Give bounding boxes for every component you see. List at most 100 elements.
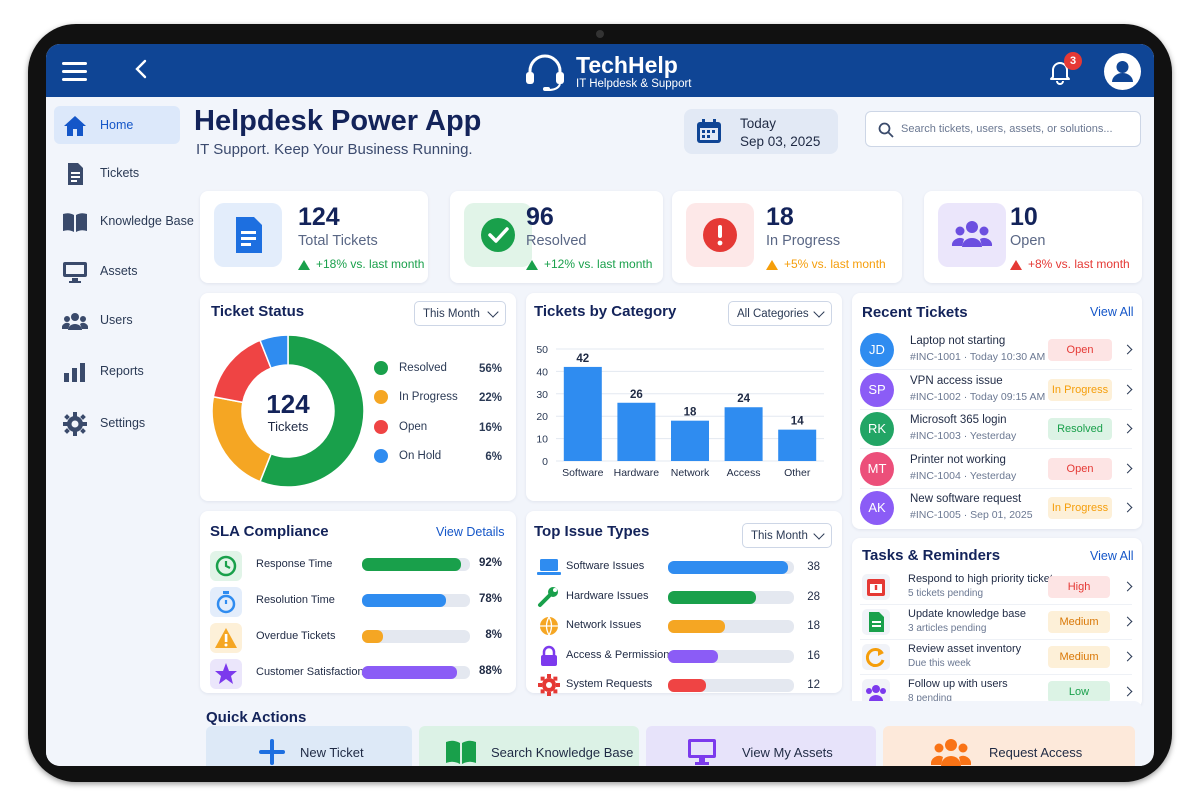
menu-icon[interactable] [62,62,87,81]
recent-ticket-row[interactable]: RK Microsoft 365 login #INC-1003 · Yesterd… [860,410,1140,449]
bar-value-label: 42 [576,353,589,365]
search-icon [878,122,894,138]
recent-view-all-link[interactable]: View All [1090,305,1134,319]
issue-period-dropdown[interactable]: This Month [742,523,832,548]
ticket-meta: #INC-1002 · Today 09:15 AM [910,390,1046,403]
sidebar-item-settings[interactable]: Settings [54,404,180,442]
book-icon [63,213,87,232]
sidebar-item-tickets[interactable]: Tickets [54,154,180,192]
check-circle-icon [481,218,515,252]
issue-count: 16 [807,649,820,662]
recent-ticket-row[interactable]: SP VPN access issue #INC-1002 · Today 09:1… [860,371,1140,410]
sla-progress-track [362,666,470,679]
ticket-meta: #INC-1004 · Yesterday [910,469,1017,482]
sla-value: 78% [478,593,502,605]
new-ticket-button[interactable]: New Ticket [206,726,412,766]
chevron-down-icon [813,528,825,540]
date-display[interactable]: Today Sep 03, 2025 [684,109,838,154]
ticket-status-period-dropdown[interactable]: This Month [414,301,506,326]
sidebar-item-label: Knowledge Base [100,214,194,228]
tasks-view-all-link[interactable]: View All [1090,549,1134,563]
search-input[interactable]: Search tickets, users, assets, or soluti… [865,111,1141,147]
issue-progress-fill [668,561,788,574]
date-label: Today [740,116,777,131]
chevron-right-icon [1122,502,1133,513]
bar-network [671,420,709,461]
app-subtitle: IT Helpdesk & Support [576,78,692,90]
sidebar-item-reports[interactable]: Reports [54,352,180,390]
bar-other [778,429,817,461]
task-row[interactable]: Respond to high priority tickets 5 ticket… [860,570,1140,605]
bar-software [563,366,602,461]
priority-badge: Low [1048,681,1110,703]
sla-label: Resolution Time [256,594,335,606]
sidebar: Home Tickets Knowledge Base Assets Users… [46,97,194,766]
sidebar-item-label: Users [100,313,133,327]
view-my-assets-button[interactable]: View My Assets [646,726,876,766]
lock-icon [536,644,562,668]
tasks-reminders-card: Tasks & Reminders View All Respond to hi… [852,538,1142,708]
task-row[interactable]: Update knowledge base 3 articles pending M… [860,605,1140,640]
stat-card-open[interactable]: 10 Open +8% vs. last month [924,191,1142,283]
task-title: Follow up with users [908,678,1008,690]
stat-card-resolved[interactable]: 96 Resolved +12% vs. last month [450,191,663,283]
star-icon [210,659,242,689]
headset-icon [526,54,564,91]
category-filter-dropdown[interactable]: All Categories [728,301,832,326]
sidebar-item-users[interactable]: Users [54,301,180,339]
stat-trend: +5% vs. last month [766,257,886,271]
search-knowledge-base-button[interactable]: Search Knowledge Base [419,726,639,766]
dropdown-value: This Month [751,530,808,542]
bar-chart-icon [64,363,85,382]
issue-label: Access & Permissions [566,648,675,661]
issue-progress-fill [668,649,719,663]
sla-compliance-card: SLA Compliance View Details Response Tim… [200,511,516,693]
recent-ticket-row[interactable]: JD Laptop not starting #INC-1001 · Today 1… [860,331,1140,370]
card-title: Top Issue Types [534,523,650,540]
issue-count: 28 [807,590,820,603]
chevron-right-icon [1122,384,1133,394]
home-icon [64,116,86,136]
arrow-up-icon [526,259,538,270]
legend-value: 16% [478,422,502,434]
user-avatar[interactable] [1104,53,1141,90]
sla-value: 88% [478,665,502,677]
chevron-right-icon [1122,423,1133,434]
ticket-avatar: AK [860,491,894,525]
stat-value: 18 [766,203,794,231]
ticket-title: New software request [910,493,1022,505]
arrow-up-icon [298,259,310,270]
stat-value: 10 [1010,203,1038,231]
stat-label: Open [1010,233,1046,249]
task-row[interactable]: Review asset inventory Due this week Mediu… [860,640,1140,675]
x-tick-label: Software [562,467,604,479]
recent-ticket-row[interactable]: MT Printer not working #INC-1004 · Yesterd… [860,450,1140,489]
issue-progress-fill [668,679,706,692]
quick-action-label: View My Assets [742,745,833,760]
issue-progress-track [668,620,794,633]
request-access-button[interactable]: Request Access [883,726,1135,766]
arrow-up-icon [1010,259,1022,270]
stat-value: 124 [298,203,340,231]
legend-label: In Progress [399,391,458,403]
sla-view-details-link[interactable]: View Details [436,525,505,539]
back-arrow-icon[interactable] [134,58,148,84]
quick-action-label: Request Access [989,745,1083,760]
quick-action-label: Search Knowledge Base [491,745,634,760]
task-subtitle: Due this week [908,658,971,669]
notification-badge: 3 [1064,52,1082,70]
legend-swatch-resolved [374,361,388,375]
x-tick-label: Other [784,467,811,479]
issue-count: 38 [807,561,820,573]
y-tick-label: 40 [536,366,548,378]
recent-ticket-row[interactable]: AK New software request #INC-1005 · Sep 01… [860,489,1140,527]
stat-card-in-progress[interactable]: 18 In Progress +5% vs. last month [672,191,902,283]
stat-icon-box [214,203,282,267]
sidebar-item-home[interactable]: Home [54,106,180,144]
stat-card-total[interactable]: 124 Total Tickets +18% vs. last month [200,191,428,283]
bar-value-label: 14 [791,416,804,428]
chevron-right-icon [1122,581,1133,592]
sidebar-item-knowledge-base[interactable]: Knowledge Base [54,202,194,240]
sidebar-item-assets[interactable]: Assets [54,252,180,290]
status-badge: Open [1048,457,1112,480]
